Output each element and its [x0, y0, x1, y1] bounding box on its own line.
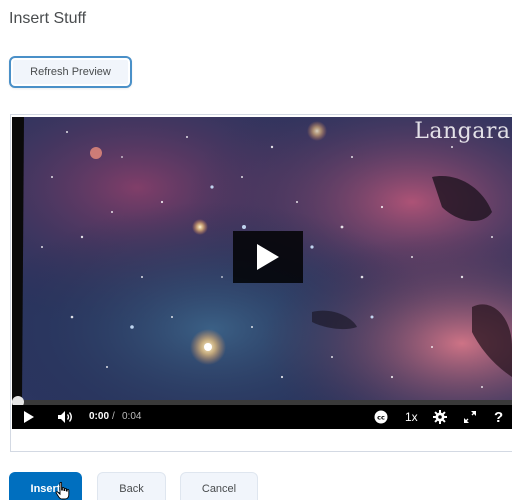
cancel-button[interactable]: Cancel: [180, 472, 258, 500]
fullscreen-button[interactable]: [463, 405, 477, 429]
insert-button[interactable]: Insert: [9, 472, 82, 500]
video-surface[interactable]: Langara.: [12, 117, 512, 400]
volume-icon: [58, 411, 72, 423]
video-watermark: Langara.: [414, 119, 512, 144]
volume-button[interactable]: [57, 405, 73, 429]
play-pause-button[interactable]: [24, 405, 34, 429]
fullscreen-icon: [464, 411, 476, 423]
back-button[interactable]: Back: [97, 472, 166, 500]
video-player: Langara. 0:00 / 0:04 cc 1x ?: [12, 117, 512, 429]
player-controls: 0:00 / 0:04 cc 1x ?: [12, 405, 512, 429]
hand-cursor-icon: [55, 482, 70, 500]
settings-button[interactable]: [433, 405, 447, 429]
refresh-preview-button[interactable]: Refresh Preview: [9, 56, 132, 88]
dialog-title: Insert Stuff: [9, 10, 87, 27]
current-time: 0:00: [89, 411, 110, 422]
insert-stuff-dialog: Insert Stuff Refresh Preview Langara. 0:…: [0, 0, 512, 500]
time-separator: /: [112, 411, 115, 422]
big-play-button[interactable]: [233, 231, 303, 283]
playback-speed-button[interactable]: 1x: [405, 405, 418, 429]
help-button[interactable]: ?: [494, 405, 503, 429]
play-icon: [24, 411, 34, 423]
settings-gear-icon: [433, 410, 447, 424]
svg-text:cc: cc: [377, 414, 385, 422]
captions-button[interactable]: cc: [374, 405, 388, 429]
duration: 0:04: [122, 411, 142, 422]
play-icon: [257, 244, 279, 270]
captions-icon: cc: [374, 410, 388, 424]
